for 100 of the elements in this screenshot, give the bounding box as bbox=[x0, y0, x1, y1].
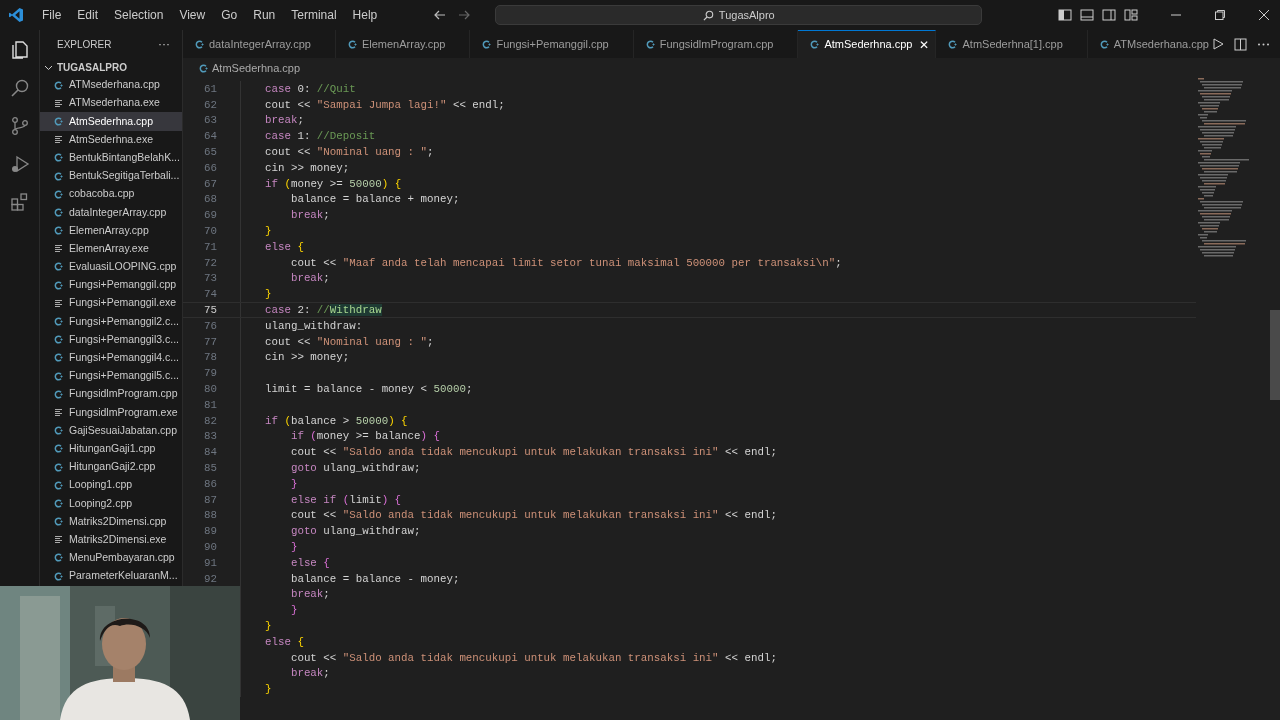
search-field[interactable]: TugasAlpro bbox=[495, 5, 983, 25]
line-number: 85 bbox=[204, 461, 217, 474]
menu-item[interactable]: Run bbox=[247, 6, 282, 24]
breadcrumb[interactable]: AtmSederhna.cpp bbox=[212, 59, 301, 77]
line-number: 88 bbox=[204, 509, 217, 522]
code-line: break; bbox=[289, 272, 330, 285]
explorer-entry[interactable]: Fungsi+Pemanggil2.c... bbox=[40, 312, 182, 331]
folder-header[interactable]: TUGASALPRO bbox=[40, 58, 182, 76]
close-icon[interactable] bbox=[1258, 9, 1270, 21]
explorer-entry[interactable]: Matriks2Dimensi.cpp bbox=[40, 512, 182, 531]
explorer-entry[interactable]: Looping2.cpp bbox=[40, 494, 182, 513]
sidebar-title: EXPLORER bbox=[57, 37, 112, 52]
panel-layout-icon[interactable] bbox=[1080, 8, 1094, 22]
menu-item[interactable]: Terminal bbox=[285, 6, 343, 24]
line-number: 92 bbox=[204, 572, 217, 585]
explorer-entry[interactable]: FungsidlmProgram.exe bbox=[40, 403, 182, 422]
explorer-entry[interactable]: HitunganGaji1.cpp bbox=[40, 439, 182, 458]
scrollbar-thumb[interactable] bbox=[1270, 310, 1280, 400]
explorer-entry[interactable]: Fungsi+Pemanggil5.c... bbox=[40, 367, 182, 386]
search-icon bbox=[702, 9, 714, 21]
split-editor-icon[interactable] bbox=[1234, 37, 1247, 51]
editor-tab[interactable]: dataIntegerArray.cpp bbox=[183, 30, 336, 58]
code-line: if (balance > 50000) { bbox=[265, 414, 408, 427]
cpp-file-icon bbox=[54, 189, 64, 199]
explorer-entry[interactable]: HitunganGaji2.cpp bbox=[40, 457, 182, 477]
explorer-entry[interactable]: ATMsederhana.exe bbox=[40, 94, 182, 113]
line-number: 65 bbox=[204, 146, 217, 158]
sidebar-layout-icon[interactable] bbox=[1058, 8, 1072, 22]
explorer-entry[interactable]: Looping1.cpp bbox=[40, 476, 182, 495]
menu-item[interactable]: File bbox=[36, 6, 68, 24]
line-number: 63 bbox=[204, 114, 217, 127]
code-line: cout << "Maaf anda telah mencapai limit setor tunai maksimal 500000 per transaksi\n"; bbox=[289, 256, 842, 269]
forward-arrow-icon[interactable] bbox=[457, 8, 472, 22]
code-line: limit = balance - money < 50000; bbox=[265, 382, 473, 395]
cpp-file-icon bbox=[54, 226, 64, 236]
code-line: } bbox=[265, 683, 272, 696]
code-line: cout << "Sampai Jumpa lagi!" << endl; bbox=[265, 98, 505, 111]
editor-tab[interactable]: ElemenArray.cpp bbox=[335, 30, 471, 58]
explorer-entry[interactable]: ATMsederhana.cpp bbox=[40, 76, 182, 95]
explorer-entry[interactable]: BentukBintangBelahK... bbox=[40, 148, 182, 167]
run-debug-icon[interactable] bbox=[9, 154, 30, 174]
exe-file-icon bbox=[54, 535, 64, 545]
editor-tab[interactable]: ATMsederhana.cpp bbox=[1087, 30, 1212, 58]
explorer-entry[interactable]: Matriks2Dimensi.exe bbox=[40, 530, 182, 549]
menu-item[interactable]: Help bbox=[346, 6, 384, 24]
more-actions-button[interactable]: ··· bbox=[158, 35, 170, 53]
explorer-entry[interactable]: Fungsi+Pemanggil.exe bbox=[40, 294, 182, 313]
close-tab-button[interactable]: ✕ bbox=[919, 35, 930, 54]
search-text: TugasAlpro bbox=[718, 7, 775, 23]
back-arrow-icon[interactable] bbox=[433, 8, 448, 22]
menu-item[interactable]: Selection bbox=[108, 6, 170, 24]
explorer-entry[interactable]: FungsidlmProgram.cpp bbox=[40, 385, 182, 404]
explorer-entry[interactable]: ParameterKeluaranM... bbox=[40, 567, 182, 586]
line-number: 89 bbox=[204, 525, 217, 538]
explorer-entry[interactable]: AtmSederhna.exe bbox=[40, 130, 182, 149]
cpp-file-icon bbox=[54, 262, 64, 272]
source-control-icon[interactable] bbox=[9, 116, 30, 136]
menu-item[interactable]: View bbox=[173, 6, 212, 24]
explorer-entry[interactable]: GajiSesuaiJabatan.cpp bbox=[40, 421, 182, 440]
explorer-entry[interactable]: Fungsi+Pemanggil4.c... bbox=[40, 348, 182, 367]
line-number: 77 bbox=[204, 335, 217, 348]
cpp-file-icon bbox=[54, 571, 64, 581]
restore-icon[interactable] bbox=[1214, 9, 1226, 21]
explorer-entry[interactable]: MenuPembayaran.cpp bbox=[40, 548, 182, 568]
explorer-entry[interactable]: EvaluasiLOOPING.cpp bbox=[40, 257, 182, 277]
cpp-file-icon bbox=[54, 317, 64, 327]
search-icon[interactable] bbox=[9, 78, 30, 98]
explorer-entry[interactable]: cobacoba.cpp bbox=[40, 185, 182, 204]
explorer-entry[interactable]: AtmSederhna.cpp bbox=[40, 112, 182, 131]
extensions-icon[interactable] bbox=[9, 192, 30, 212]
explorer-entry[interactable]: ElemenArray.cpp bbox=[40, 221, 182, 240]
code-line: } bbox=[265, 225, 272, 237]
secondary-sidebar-icon[interactable] bbox=[1102, 8, 1116, 22]
run-icon[interactable] bbox=[1212, 38, 1224, 50]
cpp-file-icon bbox=[195, 39, 204, 49]
explorer-entry[interactable]: dataIntegerArray.cpp bbox=[40, 203, 182, 222]
explorer-entry[interactable]: BentukSegitigaTerbali... bbox=[40, 166, 182, 186]
exe-file-icon bbox=[54, 407, 64, 417]
menu-item[interactable]: Go bbox=[215, 6, 244, 24]
line-number: 73 bbox=[204, 272, 217, 285]
editor-tab[interactable]: Fungsi+Pemanggil.cpp bbox=[470, 30, 634, 58]
line-number: 61 bbox=[204, 82, 217, 95]
line-number: 82 bbox=[204, 414, 217, 427]
explorer-entry[interactable]: Fungsi+Pemanggil3.c... bbox=[40, 330, 182, 349]
line-number: 91 bbox=[204, 556, 217, 569]
line-number: 67 bbox=[204, 177, 217, 190]
explorer-entry[interactable]: Fungsi+Pemanggil.cpp bbox=[40, 276, 182, 295]
cpp-file-icon bbox=[54, 116, 64, 126]
editor-tab[interactable]: AtmSederhna[1].cpp bbox=[936, 30, 1088, 58]
code-line: case 1: //Deposit bbox=[265, 130, 376, 143]
code-line: cout << "Saldo anda tidak mencukupi untuk melakukan transaksi ini" << endl; bbox=[289, 509, 777, 522]
menu-item[interactable]: Edit bbox=[71, 6, 105, 24]
editor-tab[interactable]: AtmSederhna.cpp ✕ bbox=[798, 30, 937, 58]
cpp-file-icon bbox=[54, 498, 64, 508]
cpp-file-icon bbox=[482, 39, 492, 49]
line-number: 84 bbox=[204, 446, 217, 459]
explorer-entry[interactable]: ElemenArray.exe bbox=[40, 239, 182, 258]
layout-grid-icon[interactable] bbox=[1124, 8, 1138, 22]
code-line: cout << "Saldo anda tidak mencukupi untuk melakukan transaksi ini" << endl; bbox=[289, 446, 777, 459]
code-line: } bbox=[289, 477, 298, 490]
